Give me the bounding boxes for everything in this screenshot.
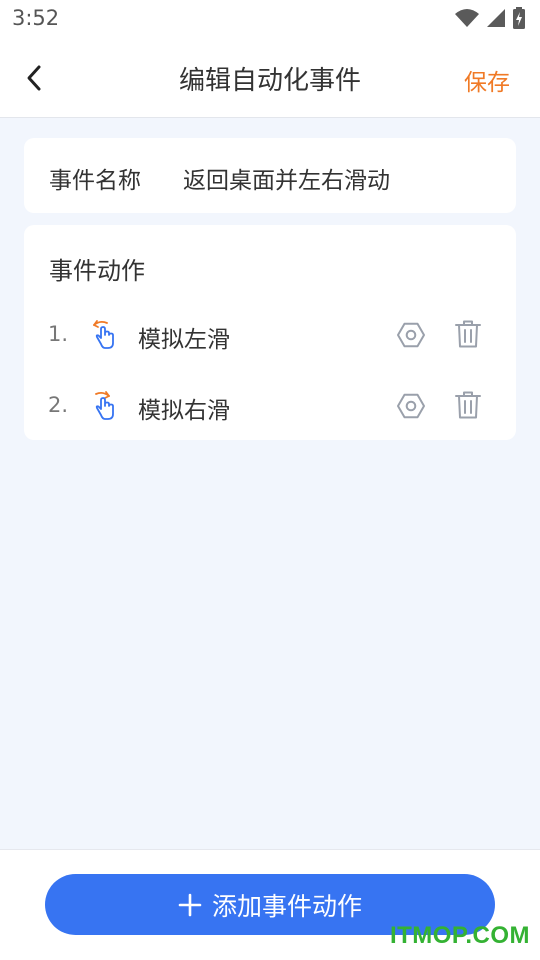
settings-icon[interactable]	[396, 320, 426, 350]
wifi-icon	[455, 9, 479, 27]
page-title: 编辑自动化事件	[178, 66, 361, 96]
status-bar: 3:52	[0, 0, 540, 38]
action-index: 2.	[48, 393, 69, 417]
trash-icon[interactable]	[454, 319, 482, 349]
action-item[interactable]: 2. 模拟右滑	[24, 376, 516, 436]
save-button[interactable]: 保存	[464, 63, 510, 97]
plus-icon	[178, 893, 202, 916]
event-actions-title: 事件动作	[49, 257, 145, 285]
swipe-right-hand-icon	[95, 391, 114, 420]
swipe-left-hand-icon	[93, 320, 114, 349]
event-name-field[interactable]: 返回桌面并左右滑动	[183, 161, 390, 195]
action-label: 模拟左滑	[138, 327, 230, 353]
watermark: ITMOP.COM	[389, 922, 530, 949]
action-item[interactable]: 1. 模拟左滑	[24, 305, 516, 365]
battery-charging-icon	[513, 7, 525, 29]
event-name-card: 事件名称 返回桌面并左右滑动	[24, 138, 516, 213]
status-icons	[454, 6, 526, 30]
trash-icon[interactable]	[454, 390, 482, 420]
action-label: 模拟右滑	[138, 398, 230, 424]
status-time: 3:52	[12, 6, 60, 30]
event-actions-card: 事件动作 1. 模拟左滑 2. 模拟右滑	[24, 225, 516, 440]
chevron-left-icon	[27, 65, 41, 91]
action-index: 1.	[48, 322, 69, 346]
cellular-signal-icon	[487, 9, 505, 27]
settings-icon[interactable]	[396, 391, 426, 421]
add-event-action-label: 添加事件动作	[211, 891, 362, 921]
nav-bar: 编辑自动化事件 保存	[0, 38, 540, 118]
event-name-label: 事件名称	[49, 168, 141, 194]
back-button[interactable]	[14, 58, 54, 98]
